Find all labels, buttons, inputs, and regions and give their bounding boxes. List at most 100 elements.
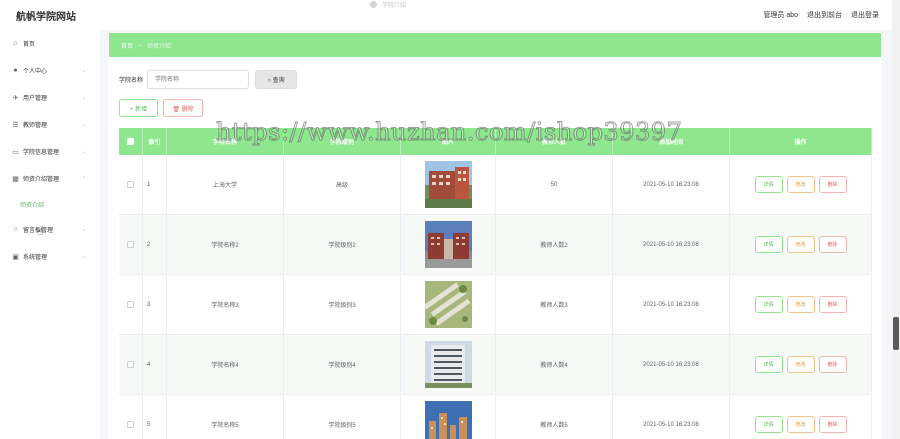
hand-cursor-icon: ☝ — [37, 227, 44, 238]
cityscape-photo — [424, 401, 472, 439]
detail-button[interactable]: 详情 — [754, 356, 783, 373]
row-delete-button[interactable]: 删除 — [818, 416, 847, 433]
breadcrumb: 首页 → 师资介绍 — [109, 33, 881, 57]
sidebar-item-system[interactable]: ▣ 系统管理 ⌄ — [0, 243, 100, 270]
select-all-checkbox[interactable] — [127, 138, 134, 145]
site-title: 航帆学院网站 — [16, 12, 76, 23]
row-checkbox[interactable] — [127, 361, 134, 368]
top-center-label: 学院介绍 — [370, 0, 406, 9]
header-time: 添加时间 — [613, 128, 730, 155]
header-name: 学院名称 — [167, 128, 284, 155]
header-index: 索引 — [143, 128, 167, 155]
top-bar: 航帆学院网站 学院介绍 管理员 abo 退出到前台 退出登录 — [0, 0, 900, 30]
chevron-up-icon: ⌃ — [81, 175, 86, 182]
query-button[interactable]: ○ 查询 — [255, 70, 298, 89]
row-name: 学院名称3 — [167, 275, 284, 334]
edit-button[interactable]: 修改 — [786, 176, 815, 193]
edit-button[interactable]: 修改 — [786, 296, 815, 313]
row-index: 2 — [143, 215, 167, 274]
search-row: 学院名称 ○ 查询 — [119, 70, 298, 89]
back-to-front-link[interactable]: 退出到前台 — [807, 10, 842, 20]
circle-icon: ○ — [13, 226, 18, 233]
action-buttons: + 新增 🗑 删除 — [119, 99, 203, 117]
row-teacher-count: 教师人数3 — [496, 275, 613, 334]
table-row: 4 学院名称4 学院级别4 教师人数4 2021-05-10 16:23:08 … — [119, 335, 872, 395]
search-input[interactable] — [147, 70, 250, 89]
header-ops: 操作 — [730, 128, 872, 155]
sidebar-item-college-info[interactable]: ▭ 学院信息管理 ⌄ — [0, 138, 100, 165]
chevron-down-icon: ⌄ — [81, 226, 86, 233]
sidebar-item-messages[interactable]: ○ 留言板管理 ⌄ — [0, 216, 100, 243]
sidebar-item-label: 用户管理 — [23, 96, 48, 102]
sidebar-item-profile[interactable]: ● 个人中心 ⌄ — [0, 57, 100, 84]
row-teacher-count: 教师人数2 — [496, 215, 613, 274]
top-links: 管理员 abo 退出到前台 退出登录 — [763, 10, 879, 20]
row-checkbox[interactable] — [127, 181, 134, 188]
sidebar-item-label: 学院信息管理 — [23, 150, 60, 156]
header-select-all[interactable] — [119, 128, 143, 155]
detail-button[interactable]: 详情 — [754, 176, 783, 193]
chevron-down-icon: ⌄ — [81, 67, 86, 74]
row-time: 2021-05-10 16:23:08 — [613, 155, 730, 214]
row-level: 学院级别5 — [284, 395, 401, 439]
search-label: 学院名称 — [119, 78, 144, 84]
row-checkbox[interactable] — [127, 241, 134, 248]
aerial-campus-photo — [424, 281, 472, 328]
sidebar-item-label: 首页 — [23, 42, 36, 48]
detail-button[interactable]: 详情 — [754, 416, 783, 433]
sidebar-subitem-faculty-intro[interactable]: 师资介绍 — [0, 192, 100, 216]
row-level: 高级 — [284, 155, 401, 214]
edit-button[interactable]: 修改 — [786, 356, 815, 373]
breadcrumb-current: 师资介绍 — [147, 43, 172, 50]
row-name: 学院名称4 — [167, 335, 284, 394]
sidebar-item-label: 个人中心 — [23, 69, 48, 75]
table-row: 3 学院名称3 学院级别3 教师人数3 2021-05-10 16:23:08 … — [119, 275, 872, 335]
row-index: 3 — [143, 275, 167, 334]
row-teacher-count: 教师人数4 — [496, 335, 613, 394]
sidebar-item-faculty[interactable]: ▦ 师资介绍管理 ⌃ — [0, 165, 100, 192]
sidebar-item-users[interactable]: ✈ 用户管理 ⌄ — [0, 84, 100, 111]
chat-icon: ▭ — [12, 148, 19, 156]
window-icon: ▣ — [12, 253, 19, 261]
row-checkbox[interactable] — [127, 301, 134, 308]
row-delete-button[interactable]: 删除 — [818, 296, 847, 313]
breadcrumb-separator: → — [137, 42, 144, 48]
row-delete-button[interactable]: 删除 — [818, 176, 847, 193]
breadcrumb-home[interactable]: 首页 — [121, 41, 133, 50]
send-icon: ✈ — [12, 94, 19, 102]
chevron-down-icon: ⌄ — [81, 94, 86, 101]
sidebar-item-label: 系统管理 — [23, 255, 48, 261]
edit-button[interactable]: 修改 — [786, 416, 815, 433]
scrollbar-thumb[interactable] — [893, 317, 899, 350]
table-row: 5 学院名称5 学院级别5 教师人数5 2021-05-10 16:23:08 … — [119, 395, 872, 439]
sidebar-item-teachers[interactable]: ☰ 教师管理 ⌄ — [0, 111, 100, 138]
data-table: 索引 学院名称 学院级别 图片 教师人数 添加时间 操作 1 上海大学 高级 5… — [119, 128, 872, 439]
detail-button[interactable]: 详情 — [754, 296, 783, 313]
header-image: 图片 — [401, 128, 496, 155]
row-checkbox[interactable] — [127, 421, 134, 428]
row-delete-button[interactable]: 删除 — [818, 356, 847, 373]
header-teacher-count: 教师人数 — [496, 128, 613, 155]
user-icon: ● — [13, 67, 18, 74]
sliders-icon: ☰ — [12, 121, 19, 129]
row-name: 上海大学 — [167, 155, 284, 214]
logout-link[interactable]: 退出登录 — [851, 10, 879, 20]
detail-button[interactable]: 详情 — [754, 236, 783, 253]
page-scrollbar[interactable] — [892, 0, 900, 439]
row-index: 5 — [143, 395, 167, 439]
add-button[interactable]: + 新增 — [119, 99, 158, 117]
row-time: 2021-05-10 16:23:08 — [613, 275, 730, 334]
admin-label: 管理员 abo — [763, 12, 798, 19]
home-icon: ⌂ — [13, 40, 18, 47]
delete-button[interactable]: 🗑 删除 — [163, 99, 203, 117]
row-delete-button[interactable]: 删除 — [818, 236, 847, 253]
grid-icon: ▦ — [12, 175, 19, 183]
edit-button[interactable]: 修改 — [786, 236, 815, 253]
row-level: 学院级别2 — [284, 215, 401, 274]
table-row: 2 学院名称2 学院级别2 教师人数2 2021-05-10 16:23:08 … — [119, 215, 872, 275]
sidebar-item-home[interactable]: ⌂ 首页 — [0, 30, 100, 57]
row-teacher-count: 50 — [496, 155, 613, 214]
sidebar-item-label: 教师管理 — [23, 123, 48, 129]
building-photo — [424, 161, 472, 208]
sidebar-item-label: 师资介绍管理 — [23, 177, 60, 183]
